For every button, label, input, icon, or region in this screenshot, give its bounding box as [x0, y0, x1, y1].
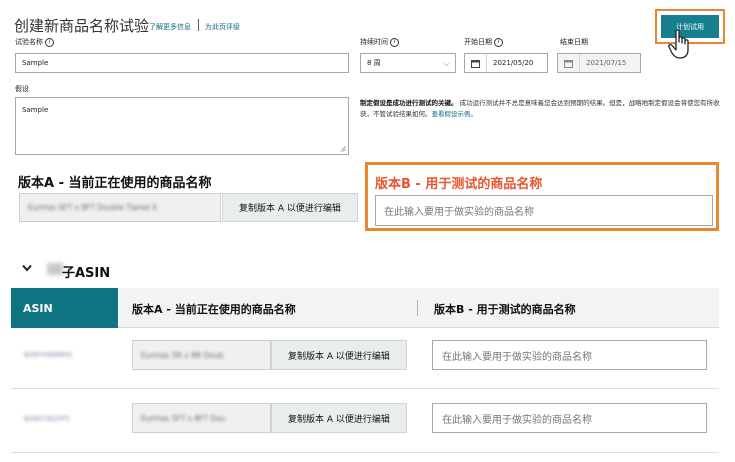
- hypothesis-value: Sample: [22, 106, 49, 114]
- column-header-version-b: 版本B - 用于测试的商品名称: [434, 303, 576, 316]
- row-version-b-input[interactable]: 在此输入要用于做实验的商品名称: [432, 340, 707, 370]
- version-b-input[interactable]: 在此输入要用于做实验的商品名称: [375, 195, 713, 226]
- hypothesis-label: 假设: [15, 85, 29, 93]
- redacted-text: [47, 263, 63, 275]
- experiment-name-input[interactable]: Sample: [15, 53, 349, 73]
- start-date-label: 开始日期 i: [464, 37, 503, 47]
- info-icon[interactable]: i: [45, 37, 54, 47]
- resize-grip-icon[interactable]: [340, 146, 346, 152]
- end-date-label: 结束日期: [560, 38, 588, 46]
- row-current-name: Eurmas 5FT x 8FT Dou: [132, 403, 271, 433]
- row-current-name: Eurmas 5ft x 8ft Doub: [132, 340, 271, 370]
- hypothesis-example-link[interactable]: 查看假设示例。: [432, 110, 478, 118]
- duration-value: 8 周: [367, 59, 381, 67]
- row-copy-version-a-button[interactable]: 复制版本 A 以便进行编辑: [271, 403, 407, 433]
- end-date-value: 2021/07/15: [586, 59, 627, 67]
- asin-value: B08YHN9MHC: [24, 351, 74, 359]
- chevron-down-icon[interactable]: [21, 263, 33, 273]
- version-a-title: 版本A - 当前正在使用的商品名称: [18, 176, 212, 191]
- rate-page-link[interactable]: 为此页评级: [205, 22, 240, 32]
- learn-more-link[interactable]: 了解更多信息: [149, 22, 191, 32]
- start-date-input[interactable]: 2021/05/20: [464, 53, 548, 73]
- row-copy-version-a-button[interactable]: 复制版本 A 以便进行编辑: [271, 340, 407, 370]
- info-icon[interactable]: i: [390, 37, 399, 47]
- hypothesis-textarea[interactable]: Sample: [15, 97, 349, 155]
- column-divider: [417, 300, 418, 316]
- experiment-name-label: 试验名称 i: [15, 37, 54, 47]
- child-asin-title: 子ASIN: [62, 266, 111, 281]
- duration-label: 持续时间 i: [360, 37, 399, 47]
- copy-version-a-button[interactable]: 复制版本 A 以便进行编辑: [222, 193, 358, 222]
- hypothesis-description: 制定假设是成功进行测试的关键。 成功运行测试并不总是意味着您会达到预期的结果。但…: [360, 99, 720, 118]
- start-date-value: 2021/05/20: [493, 59, 534, 67]
- version-b-title: 版本B - 用于测试的商品名称: [375, 177, 543, 192]
- page-title: 创建新商品名称试验: [14, 17, 150, 35]
- column-header-version-a: 版本A - 当前正在使用的商品名称: [132, 303, 296, 316]
- hand-cursor-icon: [668, 29, 689, 59]
- info-icon[interactable]: i: [494, 37, 503, 47]
- row-divider: [11, 388, 719, 389]
- chevron-down-icon: ⌵: [443, 60, 449, 68]
- end-date-input[interactable]: 2021/07/15: [557, 53, 641, 73]
- version-b-highlight: 版本B - 用于测试的商品名称 在此输入要用于做实验的商品名称: [365, 162, 719, 231]
- row-version-b-input[interactable]: 在此输入要用于做实验的商品名称: [432, 403, 707, 433]
- column-header-asin: ASIN: [11, 288, 118, 328]
- header-divider: [198, 19, 199, 31]
- calendar-icon[interactable]: [465, 54, 487, 72]
- duration-select[interactable]: 8 周 ⌵: [360, 53, 456, 73]
- version-a-current-name: Eurmas SFT x 8FT Double Tiered X: [19, 193, 221, 222]
- calendar-icon[interactable]: [558, 54, 580, 72]
- asin-value: B08G7B1PP3: [24, 415, 70, 423]
- row-divider: [11, 452, 719, 453]
